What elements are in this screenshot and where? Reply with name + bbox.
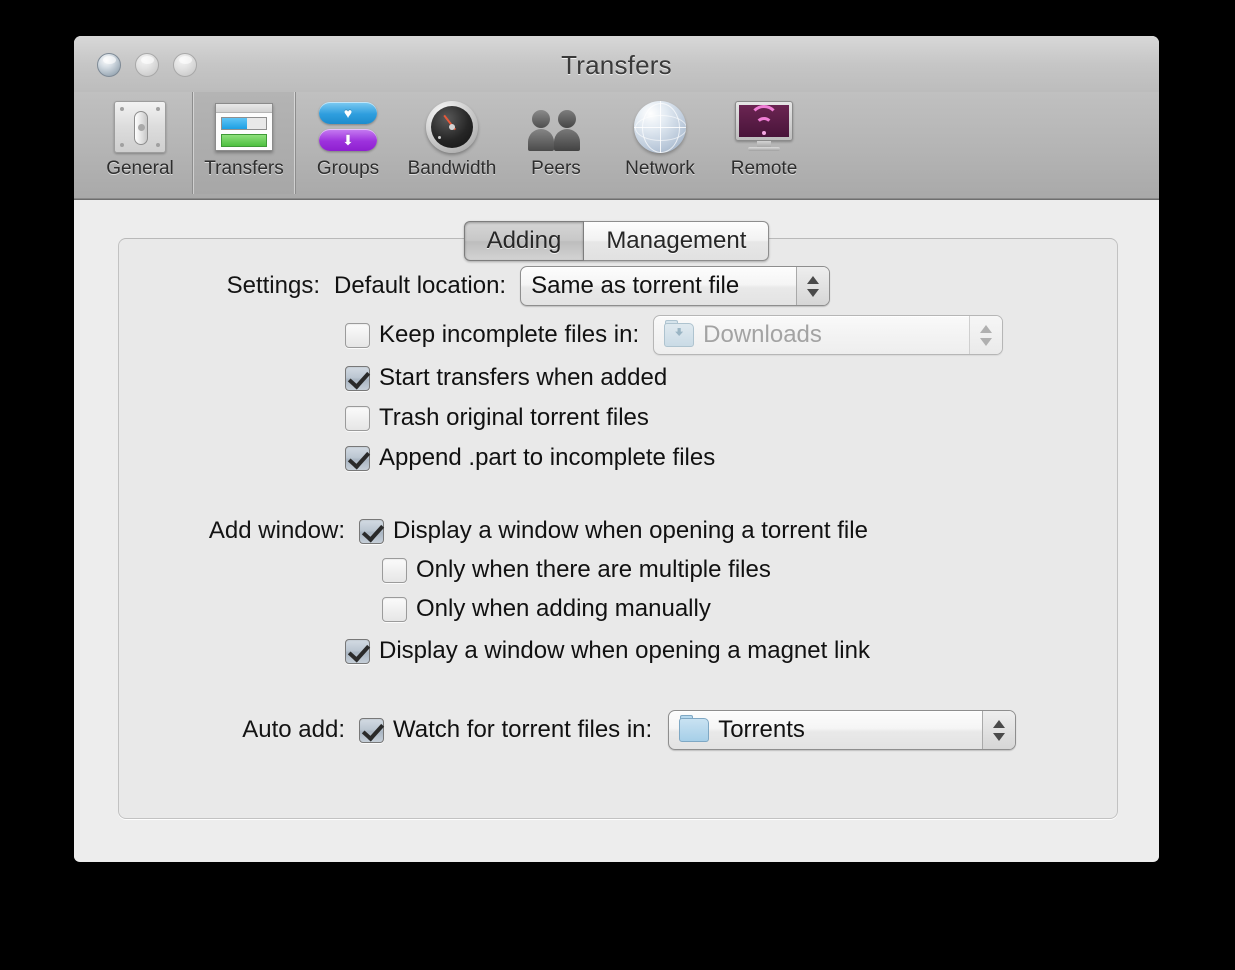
preferences-window: Transfers General Transfers ♥ ⬇ Groups B…: [74, 36, 1159, 862]
only-adding-manually-checkbox[interactable]: [382, 596, 407, 622]
folder-icon: [679, 715, 710, 742]
chevron-down-icon: [807, 288, 820, 297]
trash-original-checkbox[interactable]: [345, 405, 370, 431]
keep-incomplete-checkbox[interactable]: [345, 322, 370, 348]
row-start-transfers: Start transfers when added: [345, 364, 667, 392]
display-window-torrent-checkbox[interactable]: [359, 518, 384, 544]
peers-icon: [525, 98, 587, 156]
chevron-up-icon: [993, 719, 1006, 728]
keep-incomplete-popup-value: Downloads: [703, 321, 822, 348]
only-multiple-files-checkbox[interactable]: [382, 557, 407, 583]
start-transfers-checkbox[interactable]: [345, 365, 370, 391]
toolbar-label-bandwidth: Bandwidth: [407, 158, 497, 179]
chevron-down-icon: [993, 732, 1006, 741]
append-part-checkbox[interactable]: [345, 445, 370, 471]
chevron-down-icon: [980, 337, 993, 346]
row-only-multiple-files: Only when there are multiple files: [382, 556, 771, 584]
watch-folder-popup-value: Torrents: [718, 716, 805, 743]
row-display-window-magnet: Display a window when opening a magnet l…: [345, 637, 870, 665]
row-only-adding-manually: Only when adding manually: [382, 595, 711, 623]
trash-original-label: Trash original torrent files: [379, 404, 649, 431]
preferences-content: Adding Management Settings: Default loca…: [74, 200, 1159, 861]
default-location-label: Default location:: [334, 272, 507, 299]
toolbar-label-peers: Peers: [531, 158, 581, 179]
row-trash-original: Trash original torrent files: [345, 404, 649, 432]
network-icon: [629, 98, 691, 156]
row-add-window-1: Add window: Display a window when openin…: [168, 517, 868, 545]
start-transfers-label: Start transfers when added: [379, 364, 668, 391]
chevron-up-icon: [980, 324, 993, 333]
toolbar-label-groups: Groups: [316, 158, 380, 179]
toolbar-item-remote[interactable]: Remote: [712, 92, 816, 194]
keep-incomplete-popup[interactable]: Downloads: [653, 315, 1004, 355]
default-location-popup[interactable]: Same as torrent file: [520, 266, 831, 306]
tab-adding[interactable]: Adding: [463, 221, 585, 261]
keep-incomplete-stepper[interactable]: [969, 316, 1003, 354]
display-window-magnet-label: Display a window when opening a magnet l…: [379, 637, 870, 664]
append-part-label: Append .part to incomplete files: [379, 444, 716, 471]
row-append-part: Append .part to incomplete files: [345, 444, 715, 472]
remote-icon: [733, 98, 795, 156]
display-window-torrent-label: Display a window when opening a torrent …: [393, 517, 868, 544]
chevron-up-icon: [807, 275, 820, 284]
tab-bar: Adding Management: [74, 221, 1159, 261]
toolbar-item-transfers[interactable]: Transfers: [192, 92, 296, 194]
tab-adding-label: Adding: [486, 227, 562, 254]
toolbar-item-network[interactable]: Network: [608, 92, 712, 194]
keep-incomplete-label: Keep incomplete files in:: [379, 321, 640, 348]
row-default-location: Settings: Default location: Same as torr…: [220, 266, 831, 306]
watch-folder-popup[interactable]: Torrents: [668, 710, 1017, 750]
watch-folder-stepper[interactable]: [982, 711, 1016, 749]
toolbar-label-general: General: [106, 158, 174, 179]
auto-add-section-label: Auto add:: [242, 716, 345, 743]
only-multiple-files-label: Only when there are multiple files: [416, 556, 771, 583]
window-title: Transfers: [561, 50, 672, 80]
toolbar-item-general[interactable]: General: [88, 92, 192, 194]
tab-management-label: Management: [606, 227, 747, 254]
only-adding-manually-label: Only when adding manually: [416, 595, 711, 622]
row-keep-incomplete: Keep incomplete files in: Downloads: [345, 315, 1004, 355]
toolbar-item-groups[interactable]: ♥ ⬇ Groups: [296, 92, 400, 194]
window-titlebar: Transfers: [74, 36, 1159, 92]
watch-folder-label: Watch for torrent files in:: [393, 716, 653, 743]
downloads-folder-icon: [664, 320, 695, 347]
toolbar-label-transfers: Transfers: [204, 158, 284, 179]
toolbar-item-peers[interactable]: Peers: [504, 92, 608, 194]
preferences-toolbar: General Transfers ♥ ⬇ Groups Bandwidth P…: [74, 92, 1159, 200]
groups-icon: ♥ ⬇: [317, 98, 379, 156]
toolbar-label-network: Network: [625, 158, 695, 179]
toolbar-item-bandwidth[interactable]: Bandwidth: [400, 92, 504, 194]
watch-folder-checkbox[interactable]: [359, 717, 384, 743]
transfers-icon: [213, 98, 275, 156]
settings-section-label: Settings:: [226, 272, 320, 299]
toolbar-label-remote: Remote: [730, 158, 798, 179]
default-location-stepper[interactable]: [796, 267, 830, 305]
general-icon: [109, 98, 171, 156]
display-window-magnet-checkbox[interactable]: [345, 638, 370, 664]
add-window-section-label: Add window:: [208, 517, 345, 544]
default-location-value: Same as torrent file: [531, 272, 740, 299]
row-auto-add: Auto add: Watch for torrent files in: To…: [168, 710, 1017, 750]
tab-management[interactable]: Management: [584, 221, 770, 261]
bandwidth-icon: [421, 98, 483, 156]
